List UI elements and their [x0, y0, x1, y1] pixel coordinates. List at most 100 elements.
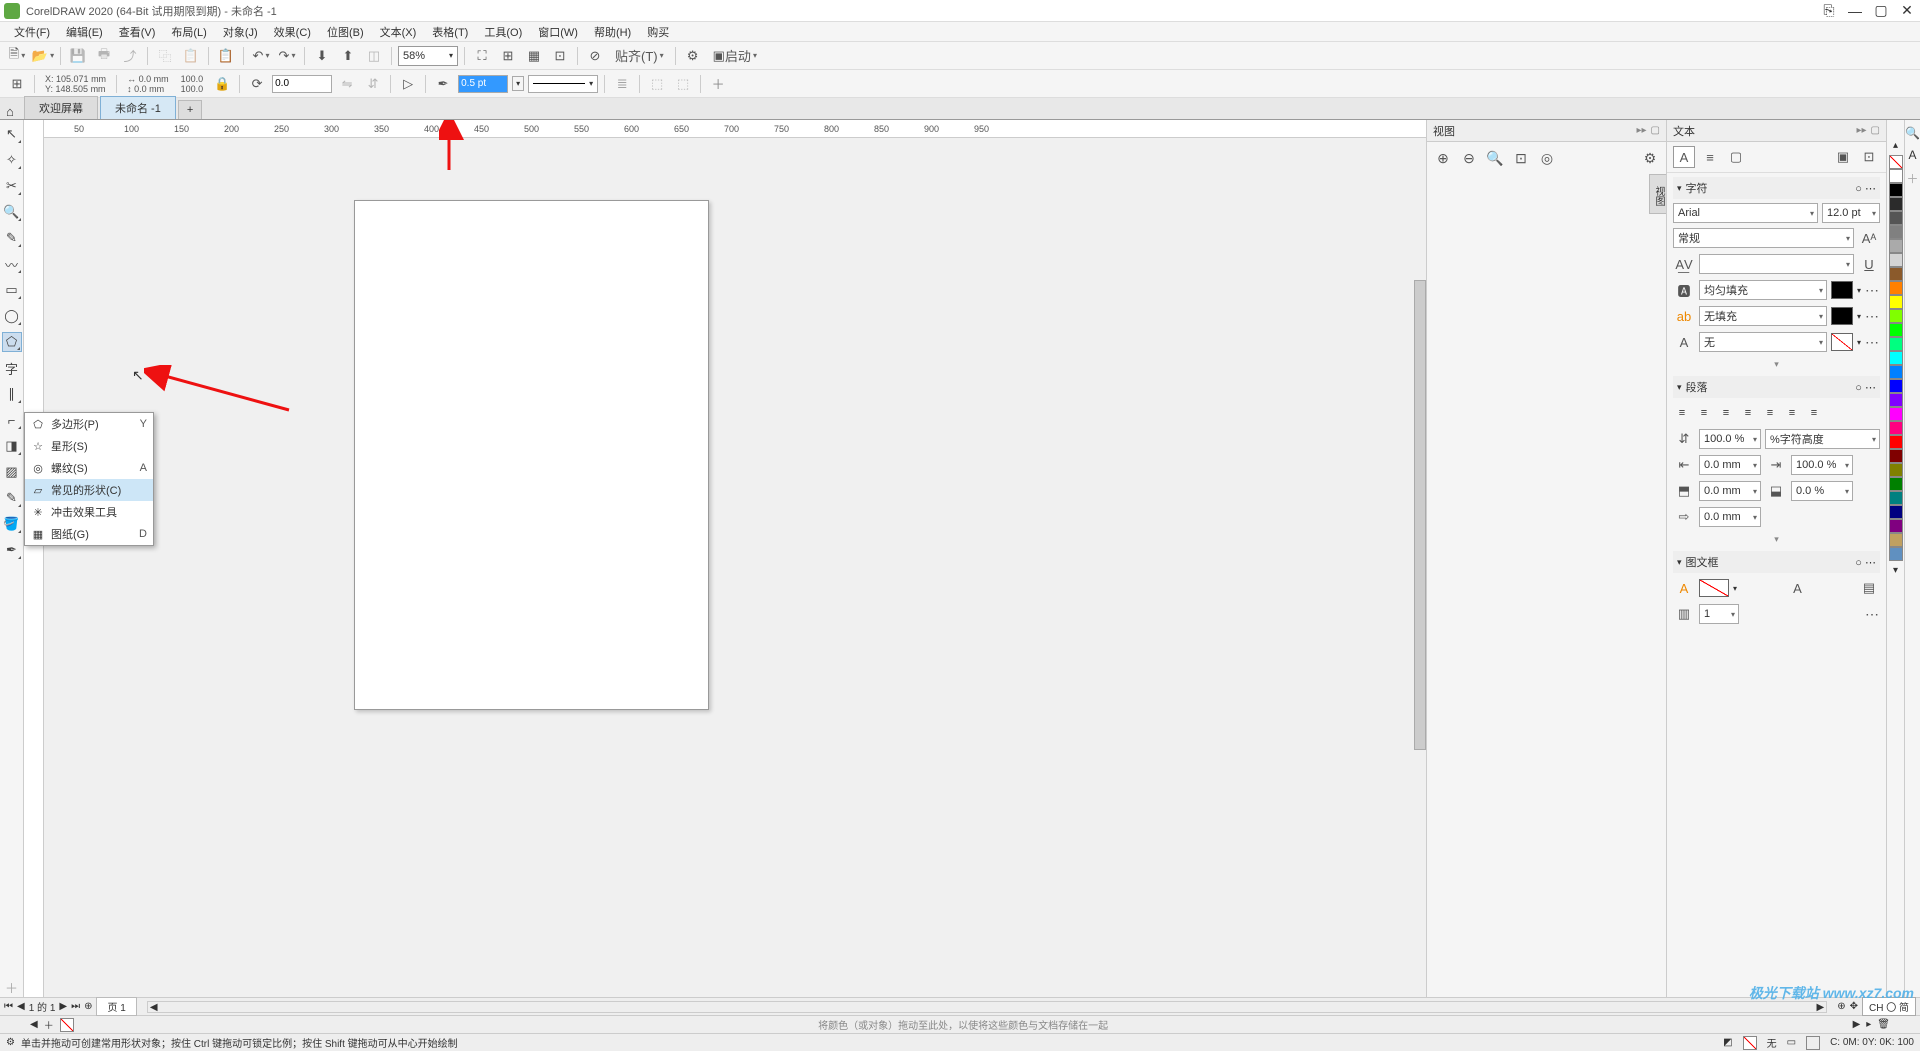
palette-up-icon[interactable]: ▴ [1893, 140, 1898, 151]
copy-button[interactable]: ⿻ [154, 45, 176, 67]
close-icon[interactable]: ✕ [1898, 2, 1916, 20]
outline-color-swatch[interactable] [1831, 333, 1853, 351]
minimize-icon[interactable]: — [1846, 2, 1864, 20]
flyout-item-1[interactable]: ☆星形(S) [25, 435, 153, 457]
palette-menu-icon[interactable]: ▸ [1866, 1019, 1871, 1030]
menu-layout[interactable]: 布局(L) [163, 22, 214, 42]
palette-next-icon[interactable]: ▶ [1853, 1019, 1861, 1030]
menu-view[interactable]: 查看(V) [111, 22, 164, 42]
color-swatch[interactable] [1889, 253, 1903, 267]
color-swatch[interactable] [1889, 519, 1903, 533]
flyout-item-4[interactable]: ✳冲击效果工具 [25, 501, 153, 523]
launch-button[interactable]: ▣ 启动▾ [708, 45, 762, 67]
view-settings-icon[interactable]: ⚙ [1640, 148, 1660, 168]
menu-window[interactable]: 窗口(W) [530, 22, 586, 42]
tab-document[interactable]: 未命名 -1 [100, 96, 176, 119]
clipboard-button[interactable]: 📋 [215, 45, 237, 67]
zoom-combo[interactable]: 58%▾ [398, 46, 458, 66]
fill-more-button[interactable]: ⋯ [1865, 282, 1880, 299]
hint-gear-icon[interactable]: ⚙ [6, 1037, 15, 1048]
add-button[interactable]: ＋ [707, 73, 729, 95]
align-justify-icon[interactable]: ≡ [1761, 404, 1779, 422]
artistic-tool[interactable]: 〰 [2, 254, 22, 274]
angle-input[interactable] [272, 75, 332, 93]
docker-menu-icon[interactable]: ▸▸ [1857, 125, 1867, 136]
guides-button[interactable]: ⊡ [549, 45, 571, 67]
menu-text[interactable]: 文本(X) [372, 22, 425, 42]
page-tab-1[interactable]: 页 1 [96, 997, 136, 1016]
page-canvas[interactable] [354, 200, 709, 710]
redo-button[interactable]: ↷▾ [276, 45, 298, 67]
fullscreen-button[interactable]: ⛶ [471, 45, 493, 67]
space-after-input[interactable]: 0.0 %▾ [1791, 481, 1853, 501]
mirror-v-button[interactable]: ⇵ [362, 73, 384, 95]
color-swatch[interactable] [1889, 477, 1903, 491]
align-left-icon[interactable]: ≡ [1695, 404, 1713, 422]
home-icon[interactable]: ⌂ [6, 104, 14, 119]
no-color-swatch[interactable] [1889, 155, 1903, 169]
lock-ratio-button[interactable]: 🔒 [211, 73, 233, 95]
publish-button[interactable]: ◫ [363, 45, 385, 67]
undo-button[interactable]: ↶▾ [250, 45, 272, 67]
palette-prev-icon[interactable]: ◀ [30, 1019, 38, 1030]
expand-char-icon[interactable]: ▾ [1673, 357, 1880, 372]
line-style-combo[interactable]: ▾ [528, 75, 598, 93]
fill-tool[interactable]: 🪣 [2, 514, 22, 534]
transparency-tool[interactable]: ▨ [2, 462, 22, 482]
export-button[interactable]: ⤴ [119, 45, 141, 67]
font-style-combo[interactable]: 常规▾ [1673, 228, 1854, 248]
quick-search-icon[interactable]: 🔍 [1905, 126, 1920, 140]
color-swatch[interactable] [1889, 225, 1903, 239]
color-swatch[interactable] [1889, 365, 1903, 379]
page-last-icon[interactable]: ⏭ [71, 1001, 80, 1012]
snap-off-button[interactable]: ⊘ [584, 45, 606, 67]
menu-edit[interactable]: 编辑(E) [58, 22, 111, 42]
text-mode-para-icon[interactable]: ≡ [1699, 146, 1721, 168]
color-swatch[interactable] [1889, 407, 1903, 421]
snap-button[interactable]: 贴齐(T)▾ [610, 45, 669, 67]
expand-para-icon[interactable]: ▾ [1673, 532, 1880, 547]
zoom-fit-icon[interactable]: ⊡ [1511, 148, 1531, 168]
color-swatch[interactable] [1889, 211, 1903, 225]
quick-add-icon[interactable]: ＋ [1906, 170, 1918, 187]
quick-char-icon[interactable]: A [1908, 148, 1916, 162]
color-swatch[interactable] [1889, 295, 1903, 309]
parallel-tool[interactable]: ∥ [2, 384, 22, 404]
docker-menu-icon[interactable]: ▸▸ [1637, 125, 1647, 136]
paste-button[interactable]: 📋 [180, 45, 202, 67]
fill-color-swatch[interactable] [1831, 281, 1853, 299]
fill-type-combo[interactable]: 均匀填充▾ [1699, 280, 1827, 300]
color-swatch[interactable] [1889, 533, 1903, 547]
freehand-tool[interactable]: ✎ [2, 228, 22, 248]
fill-indicator-icon[interactable]: ◩ [1723, 1037, 1732, 1048]
text-mode-frame-icon[interactable]: ▢ [1725, 146, 1747, 168]
fill-none-swatch[interactable] [1743, 1036, 1757, 1050]
flyout-item-0[interactable]: ⬠多边形(P)Y [25, 413, 153, 435]
first-line-input[interactable]: 0.0 mm▾ [1699, 507, 1761, 527]
frame-a-icon[interactable]: A [1673, 577, 1695, 599]
menu-effect[interactable]: 效果(C) [266, 22, 319, 42]
grid-button[interactable]: ▦ [523, 45, 545, 67]
align-force-icon[interactable]: ≡ [1805, 404, 1823, 422]
shape-pointer-icon[interactable]: ▷ [397, 73, 419, 95]
color-swatch[interactable] [1889, 393, 1903, 407]
menu-buy[interactable]: 购买 [639, 22, 677, 42]
color-swatch[interactable] [1889, 449, 1903, 463]
menu-object[interactable]: 对象(J) [215, 22, 266, 42]
drop-shadow-tool[interactable]: ◨ [2, 436, 22, 456]
order-back-button[interactable]: ⬚ [672, 73, 694, 95]
order-front-button[interactable]: ⬚ [646, 73, 668, 95]
color-swatch[interactable] [1889, 491, 1903, 505]
page-prev-icon[interactable]: ◀ [17, 1001, 25, 1012]
zoom-page-icon[interactable]: ◎ [1537, 148, 1557, 168]
font-family-combo[interactable]: Arial▾ [1673, 203, 1818, 223]
connector-tool[interactable]: ⌐ [2, 410, 22, 430]
underline-icon[interactable]: U [1858, 253, 1880, 275]
size-inputs[interactable]: ↔ 0.0 mm ↕ 0.0 mm [123, 74, 173, 94]
menu-table[interactable]: 表格(T) [424, 22, 476, 42]
palette-down-icon[interactable]: ▾ [1893, 565, 1898, 576]
line-spacing-unit-combo[interactable]: %字符高度▾ [1765, 429, 1880, 449]
outline-black-swatch[interactable] [1806, 1036, 1820, 1050]
section-character[interactable]: ▾字符○ ⋯ [1673, 177, 1880, 199]
scrollbar-vertical[interactable] [1414, 280, 1426, 750]
